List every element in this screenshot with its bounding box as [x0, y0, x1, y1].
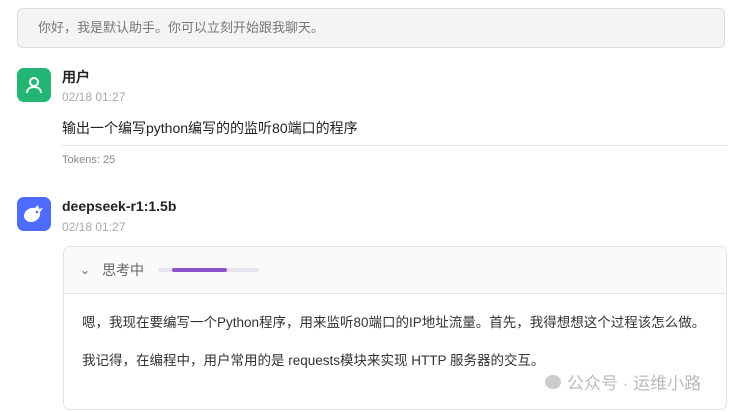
watermark: 公众号 · 运维小路 — [545, 369, 701, 394]
chevron-down-icon: ⌄ — [80, 263, 91, 277]
watermark-text: 公众号 · 运维小路 — [567, 374, 702, 393]
thinking-progress-bar — [158, 268, 260, 272]
thinking-paragraph: 嗯，我现在要编写一个Python程序，用来监听80端口的IP地址流量。首先，我得… — [82, 315, 706, 330]
user-timestamp: 02/18 01:27 — [62, 90, 126, 104]
thinking-toggle[interactable]: ⌄ 思考中 — [64, 247, 726, 294]
user-icon — [26, 77, 42, 94]
user-name: 用户 — [62, 69, 90, 85]
thinking-label: 思考中 — [102, 262, 145, 278]
thinking-progress-fill — [172, 268, 227, 272]
assistant-name: deepseek-r1:1.5b — [62, 198, 177, 214]
thinking-content: 嗯，我现在要编写一个Python程序，用来监听80端口的IP地址流量。首先，我得… — [64, 294, 726, 371]
divider — [62, 145, 727, 146]
user-avatar — [17, 68, 51, 102]
deepseek-whale-icon — [24, 205, 43, 222]
welcome-notice: 你好，我是默认助手。你可以立刻开始跟我聊天。 — [17, 8, 725, 48]
assistant-avatar — [17, 197, 51, 231]
token-count: Tokens: 25 — [62, 154, 116, 166]
thinking-paragraph: 我记得，在编程中，用户常用的是 requests模块来实现 HTTP 服务器的交… — [82, 353, 545, 368]
assistant-timestamp: 02/18 01:27 — [62, 220, 126, 234]
wechat-icon — [545, 374, 561, 389]
user-message: 输出一个编写python编写的的监听80端口的程序 — [62, 120, 358, 136]
